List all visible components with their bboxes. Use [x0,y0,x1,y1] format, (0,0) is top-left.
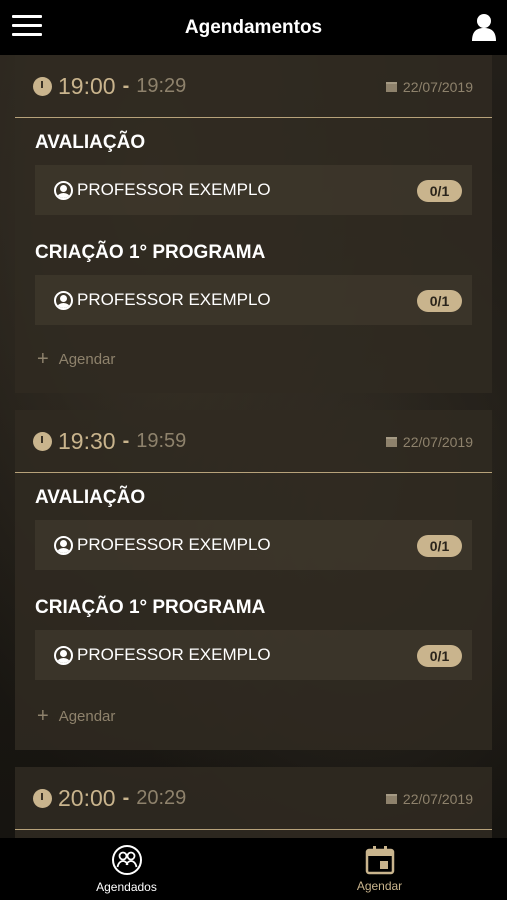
occupancy-badge: 0/1 [417,535,462,557]
people-group-icon [111,845,142,875]
clock-icon [33,788,52,808]
time-separator: - [122,74,130,97]
user-profile-icon[interactable] [471,13,497,41]
professor-name: PROFESSOR EXEMPLO [77,645,271,664]
bottom-tab-bar: Agendados Agendar [0,838,507,900]
agendar-button[interactable]: + Agendar [15,686,492,746]
activity: AVALIAÇÃO PROFESSOR EXEMPLO 0/1 [15,118,492,215]
tab-agendados[interactable]: Agendados [0,838,253,900]
professor-row[interactable]: PROFESSOR EXEMPLO 0/1 [35,520,472,570]
occupancy-badge: 0/1 [417,645,462,667]
start-time: 19:00 [58,72,116,99]
end-time: 19:29 [136,74,187,97]
time-slot-card: 19:00 - 19:29 22/07/2019 AVALIAÇÃO PROFE… [15,55,492,393]
user-circle-icon [54,180,73,200]
professor-name: PROFESSOR EXEMPLO [77,290,271,309]
activity: CRIAÇÃO 1° PROGRAMA PROFESSOR EXEMPLO 0/… [15,583,492,680]
professor-name: PROFESSOR EXEMPLO [77,180,271,199]
calendar-small-icon [385,81,397,92]
user-circle-icon [54,645,73,665]
slot-date: 22/07/2019 [385,410,473,473]
professor-row[interactable]: PROFESSOR EXEMPLO 0/1 [35,165,472,215]
clock-icon [33,76,52,96]
occupancy-badge: 0/1 [417,290,462,312]
tab-label: Agendados [96,880,157,894]
activity: CRIAÇÃO 1° PROGRAMA PROFESSOR EXEMPLO 0/… [15,228,492,325]
user-circle-icon [54,535,73,555]
plus-icon: + [37,705,49,727]
activity-title: AVALIAÇÃO [35,132,146,153]
slot-date-text: 22/07/2019 [402,433,473,450]
page-title: Agendamentos [184,16,323,38]
start-time: 20:00 [58,784,116,811]
activity: AVALIAÇÃO PROFESSOR EXEMPLO 0/1 [15,473,492,570]
slot-date-text: 22/07/2019 [402,78,473,95]
agendar-button[interactable]: + Agendar [15,329,492,389]
hamburger-menu-icon[interactable] [12,15,42,39]
activity-title: AVALIAÇÃO [35,487,146,508]
clock-icon [33,431,52,451]
time-slot-card: 19:30 - 19:59 22/07/2019 AVALIAÇÃO PROFE… [15,410,492,750]
professor-name: PROFESSOR EXEMPLO [77,535,271,554]
tab-label: Agendar [356,879,403,893]
occupancy-badge: 0/1 [417,180,462,202]
time-slot-header: 19:00 - 19:29 22/07/2019 [15,55,492,118]
agendar-label: Agendar [58,707,116,725]
time-slot-header: 20:00 - 20:29 22/07/2019 [15,767,492,830]
agendar-label: Agendar [58,350,116,368]
plus-icon: + [37,348,49,370]
schedule-list[interactable]: 19:00 - 19:29 22/07/2019 AVALIAÇÃO PROFE… [0,55,507,838]
time-slot-header: 19:30 - 19:59 22/07/2019 [15,410,492,473]
end-time: 20:29 [136,786,187,809]
activity-title: CRIAÇÃO 1° PROGRAMA [35,242,266,263]
activity-title: CRIAÇÃO 1° PROGRAMA [35,597,266,618]
user-circle-icon [54,290,73,310]
top-app-bar: Agendamentos [0,0,507,55]
end-time: 19:59 [136,429,187,452]
professor-row[interactable]: PROFESSOR EXEMPLO 0/1 [35,275,472,325]
time-slot-card: 20:00 - 20:29 22/07/2019 [15,767,492,838]
tab-agendar[interactable]: Agendar [253,838,506,900]
calendar-small-icon [385,436,397,447]
calendar-icon [365,846,394,875]
time-separator: - [122,786,130,809]
slot-date: 22/07/2019 [385,767,473,830]
calendar-small-icon [385,793,397,804]
time-separator: - [122,429,130,452]
slot-date-text: 22/07/2019 [402,790,473,807]
start-time: 19:30 [58,427,116,454]
professor-row[interactable]: PROFESSOR EXEMPLO 0/1 [35,630,472,680]
slot-date: 22/07/2019 [385,55,473,118]
